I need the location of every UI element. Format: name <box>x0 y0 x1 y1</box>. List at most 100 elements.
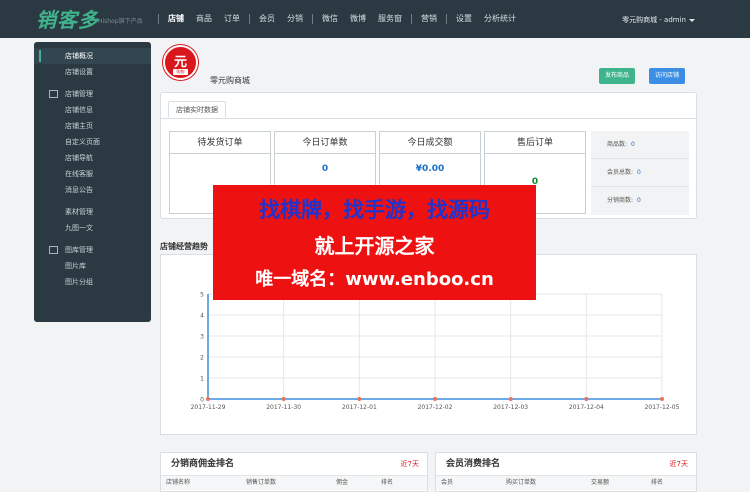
ranking-header: 分销商佣金排名 近7天 <box>161 453 427 476</box>
ad-line-3: 唯一域名：www.enboo.cn <box>255 269 494 290</box>
nav-divider <box>158 14 159 24</box>
store-logo: 元 购物 <box>163 45 198 80</box>
data-point <box>357 397 362 401</box>
nav-orders[interactable]: 订单 <box>218 0 246 38</box>
column-header: 佣金 <box>336 479 349 486</box>
sidebar: 店铺概况 店铺设置 店铺管理 店铺信息 店铺主页 自定义页面 店铺导航 在线客服… <box>34 42 151 322</box>
x-tick-label: 2017-11-29 <box>191 404 226 411</box>
image-icon <box>49 246 58 254</box>
column-header: 销售订单数 <box>246 479 277 486</box>
nav-divider <box>446 14 447 24</box>
ranking-title: 分销商佣金排名 <box>171 459 235 469</box>
main-nav: 店铺 商品 订单 会员 分销 微信 微博 服务窗 营销 设置 分析统计 <box>155 0 522 38</box>
sidebar-item-custom-pages[interactable]: 自定义页面 <box>34 134 151 150</box>
nav-distribution[interactable]: 分销 <box>281 0 309 38</box>
count-label: 分销商数: <box>607 197 634 204</box>
store-logo-tag: 购物 <box>173 69 188 75</box>
x-tick-label: 2017-12-02 <box>418 404 453 411</box>
column-header: 交易额 <box>591 479 610 486</box>
nav-divider <box>411 14 412 24</box>
ranking-header: 会员消费排名 近7天 <box>436 453 696 476</box>
nav-marketing[interactable]: 营销 <box>415 0 443 38</box>
brand-subtitle: Hishop旗下产品 <box>98 18 143 25</box>
count-products: 商品数: 0 <box>591 131 689 159</box>
sidebar-item-image-library[interactable]: 图片库 <box>34 258 151 274</box>
count-members: 会员总数: 0 <box>591 159 689 187</box>
data-point <box>281 397 286 401</box>
stat-label: 今日成交额 <box>380 132 480 154</box>
sidebar-item-announcements[interactable]: 消息公告 <box>34 182 151 198</box>
nav-service-window[interactable]: 服务窗 <box>372 0 408 38</box>
store-icon <box>49 90 58 98</box>
y-tick-label: 1 <box>200 376 204 383</box>
y-tick-label: 0 <box>200 397 204 404</box>
trend-title: 店铺经营趋势 <box>160 242 208 251</box>
count-value[interactable]: 0 <box>637 169 641 176</box>
user-menu[interactable]: 零元购商城 - admin <box>622 15 695 25</box>
stat-label: 今日订单数 <box>275 132 375 154</box>
nav-products[interactable]: 商品 <box>190 0 218 38</box>
y-tick-label: 5 <box>200 292 204 299</box>
y-tick-label: 4 <box>200 313 204 320</box>
sidebar-item-store-overview[interactable]: 店铺概况 <box>34 48 151 64</box>
ranking-columns: 店铺名称 销售订单数 佣金 排名 <box>161 476 427 490</box>
member-consumption-ranking: 会员消费排名 近7天 会员 购买订单数 交易额 排名 <box>435 452 697 492</box>
chevron-down-icon <box>689 18 695 22</box>
store-name: 零元购商城 <box>210 76 250 85</box>
data-point <box>508 397 513 401</box>
sidebar-item-image-groups[interactable]: 图片分组 <box>34 274 151 290</box>
distributor-commission-ranking: 分销商佣金排名 近7天 店铺名称 销售订单数 佣金 排名 <box>160 452 428 492</box>
count-value[interactable]: 0 <box>631 141 635 148</box>
ad-banner[interactable]: 找棋牌，找手游，找源码 就上开源之家 唯一域名：www.enboo.cn <box>213 185 536 300</box>
ad-line-1: 找棋牌，找手游，找源码 <box>259 198 490 222</box>
x-tick-label: 2017-12-04 <box>569 404 604 411</box>
sidebar-group-label: 店铺管理 <box>65 90 93 98</box>
nav-divider <box>249 14 250 24</box>
sidebar-item-store-nav[interactable]: 店铺导航 <box>34 150 151 166</box>
nav-analytics[interactable]: 分析统计 <box>478 0 522 38</box>
column-header: 店铺名称 <box>166 479 191 486</box>
data-point <box>206 397 210 401</box>
ranking-period[interactable]: 近7天 <box>670 453 688 476</box>
sidebar-item-store-info[interactable]: 店铺信息 <box>34 102 151 118</box>
sidebar-group-store-management[interactable]: 店铺管理 <box>34 86 151 102</box>
store-counts: 商品数: 0 会员总数: 0 分销商数: 0 <box>591 131 689 215</box>
sidebar-group-gallery[interactable]: 图库管理 <box>34 242 151 258</box>
sidebar-item-store-settings[interactable]: 店铺设置 <box>34 64 151 80</box>
ranking-period[interactable]: 近7天 <box>401 453 419 476</box>
data-point <box>660 397 664 401</box>
sidebar-item-materials[interactable]: 素材管理 <box>34 204 151 220</box>
y-tick-label: 3 <box>200 334 204 341</box>
count-distributors: 分销商数: 0 <box>591 187 689 215</box>
stat-value: 0 <box>321 164 329 174</box>
y-tick-label: 2 <box>200 355 204 362</box>
data-point <box>584 397 589 401</box>
column-header: 会员 <box>441 479 454 486</box>
count-value[interactable]: 0 <box>637 197 641 204</box>
nav-wechat[interactable]: 微信 <box>316 0 344 38</box>
brand-logo[interactable]: 销客多 <box>36 4 99 33</box>
publish-product-button[interactable]: 发布商品 <box>599 68 636 84</box>
sidebar-item-store-home[interactable]: 店铺主页 <box>34 118 151 134</box>
nav-settings[interactable]: 设置 <box>450 0 478 38</box>
x-tick-label: 2017-11-30 <box>266 404 301 411</box>
top-navbar: 销客多 Hishop旗下产品 店铺 商品 订单 会员 分销 微信 微博 服务窗 … <box>0 0 750 38</box>
column-header: 排名 <box>651 479 664 486</box>
visit-store-button[interactable]: 访问店铺 <box>649 68 686 84</box>
tab-realtime-data[interactable]: 店铺实时数据 <box>168 101 226 118</box>
nav-store[interactable]: 店铺 <box>162 0 190 38</box>
sidebar-group-label: 图库管理 <box>65 246 93 254</box>
sidebar-item-online-service[interactable]: 在线客服 <box>34 166 151 182</box>
column-header: 购买订单数 <box>506 479 537 486</box>
ad-line-2: 就上开源之家 <box>314 234 435 258</box>
x-tick-label: 2017-12-01 <box>342 404 377 411</box>
x-tick-label: 2017-12-03 <box>493 404 528 411</box>
nav-weibo[interactable]: 微博 <box>344 0 372 38</box>
sidebar-item-nine-grid[interactable]: 九图一文 <box>34 220 151 236</box>
ranking-title: 会员消费排名 <box>446 459 501 469</box>
tab-divider <box>161 118 696 119</box>
column-header: 排名 <box>381 479 394 486</box>
x-tick-label: 2017-12-05 <box>645 404 680 411</box>
nav-members[interactable]: 会员 <box>253 0 281 38</box>
count-label: 商品数: <box>607 141 628 148</box>
